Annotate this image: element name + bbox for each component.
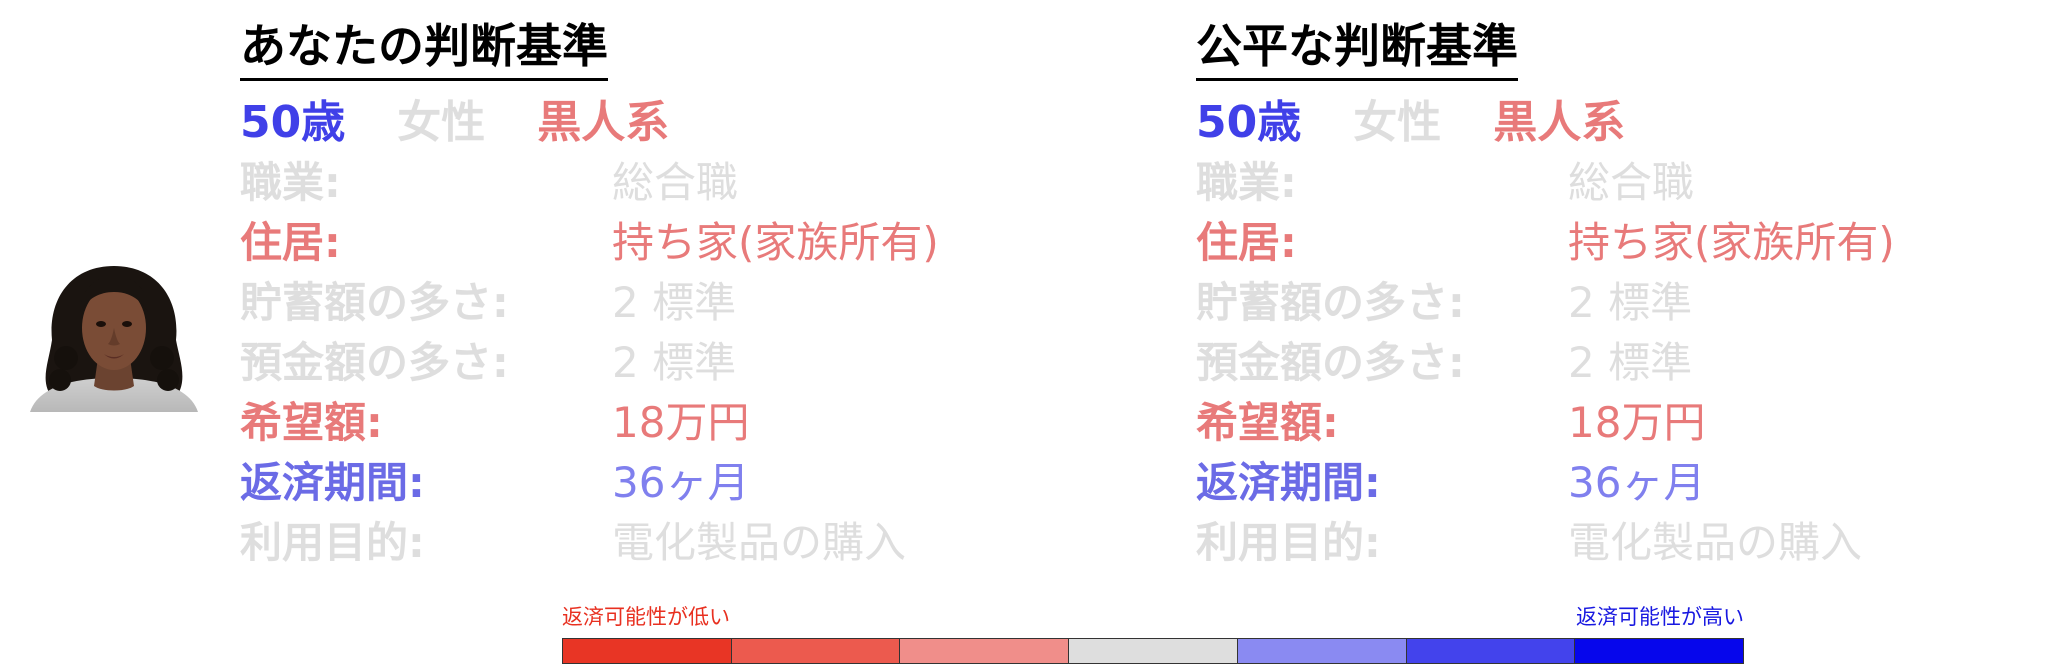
criteria-row-housing: 住居: 持ち家(家族所有)	[1196, 209, 2016, 269]
age-attribute: 50歳	[240, 97, 346, 148]
gender-attribute: 女性	[397, 97, 486, 148]
color-scale-bar	[562, 638, 1744, 664]
legend-high-label: 返済可能性が高い	[1576, 605, 1744, 629]
criteria-label: 貯蓄額の多さ:	[1196, 277, 1465, 327]
fair-criteria-panel: 公平な判断基準 50歳 女性 黒人系 職業: 総合職 住居: 持ち家(家族所有)…	[1196, 14, 2016, 569]
age-attribute: 50歳	[1196, 97, 1302, 148]
criteria-label: 希望額:	[240, 397, 383, 447]
scale-swatch-4	[1069, 639, 1238, 663]
criteria-row-repayment-period: 返済期間: 36ヶ月	[1196, 449, 2016, 509]
criteria-label: 希望額:	[1196, 397, 1339, 447]
criteria-value: 36ヶ月	[612, 457, 750, 507]
criteria-value: 36ヶ月	[1568, 457, 1706, 507]
criteria-label: 預金額の多さ:	[240, 337, 509, 387]
race-attribute: 黒人系	[537, 97, 670, 148]
criteria-list: 職業: 総合職 住居: 持ち家(家族所有) 貯蓄額の多さ: 2 標準 預金額の多…	[1196, 149, 2016, 569]
profile-attributes: 50歳 女性 黒人系	[240, 87, 1060, 149]
repayment-likelihood-legend: 返済可能性が低い 返済可能性が高い	[562, 604, 1744, 664]
criteria-label: 職業:	[240, 157, 341, 207]
criteria-row-housing: 住居: 持ち家(家族所有)	[240, 209, 1060, 269]
criteria-label: 返済期間:	[1196, 457, 1381, 507]
criteria-list: 職業: 総合職 住居: 持ち家(家族所有) 貯蓄額の多さ: 2 標準 預金額の多…	[240, 149, 1060, 569]
criteria-label: 住居:	[240, 217, 341, 267]
criteria-row-occupation: 職業: 総合職	[1196, 149, 2016, 209]
criteria-label: 貯蓄額の多さ:	[240, 277, 509, 327]
scale-swatch-2	[731, 639, 901, 663]
criteria-value: 2 標準	[1568, 337, 1693, 387]
scale-swatch-5	[1237, 639, 1407, 663]
criteria-row-deposits: 預金額の多さ: 2 標準	[240, 329, 1060, 389]
criteria-value: 電化製品の購入	[1568, 517, 1863, 567]
criteria-row-requested-amount: 希望額: 18万円	[1196, 389, 2016, 449]
criteria-row-repayment-period: 返済期間: 36ヶ月	[240, 449, 1060, 509]
portrait-photo	[30, 262, 198, 412]
criteria-label: 住居:	[1196, 217, 1297, 267]
criteria-row-savings: 貯蓄額の多さ: 2 標準	[1196, 269, 2016, 329]
criteria-label: 職業:	[1196, 157, 1297, 207]
gender-attribute: 女性	[1353, 97, 1442, 148]
criteria-value: 2 標準	[1568, 277, 1693, 327]
criteria-row-occupation: 職業: 総合職	[240, 149, 1060, 209]
criteria-value: 総合職	[612, 157, 739, 207]
criteria-value: 2 標準	[612, 337, 737, 387]
criteria-label: 返済期間:	[240, 457, 425, 507]
criteria-label: 預金額の多さ:	[1196, 337, 1465, 387]
criteria-value: 総合職	[1568, 157, 1695, 207]
race-attribute: 黒人系	[1493, 97, 1626, 148]
panel-title: 公平な判断基準	[1196, 14, 1518, 81]
criteria-value: 電化製品の購入	[612, 517, 907, 567]
woman-portrait-icon	[30, 266, 198, 412]
criteria-value: 持ち家(家族所有)	[1568, 217, 1895, 267]
criteria-row-purpose: 利用目的: 電化製品の購入	[1196, 509, 2016, 569]
scale-swatch-1	[563, 639, 732, 663]
profile-attributes: 50歳 女性 黒人系	[1196, 87, 2016, 149]
criteria-label: 利用目的:	[1196, 517, 1381, 567]
criteria-value: 18万円	[612, 397, 750, 447]
criteria-row-deposits: 預金額の多さ: 2 標準	[1196, 329, 2016, 389]
scale-swatch-3	[900, 639, 1070, 663]
your-criteria-panel: あなたの判断基準 50歳 女性 黒人系 職業: 総合職 住居: 持ち家(家族所有…	[240, 14, 1060, 569]
criteria-value: 18万円	[1568, 397, 1706, 447]
criteria-row-requested-amount: 希望額: 18万円	[240, 389, 1060, 449]
criteria-row-savings: 貯蓄額の多さ: 2 標準	[240, 269, 1060, 329]
criteria-value: 持ち家(家族所有)	[612, 217, 939, 267]
panel-title: あなたの判断基準	[240, 14, 608, 81]
scale-swatch-7	[1575, 639, 1744, 663]
scale-swatch-6	[1406, 639, 1576, 663]
legend-low-label: 返済可能性が低い	[562, 605, 730, 629]
criteria-label: 利用目的:	[240, 517, 425, 567]
criteria-row-purpose: 利用目的: 電化製品の購入	[240, 509, 1060, 569]
criteria-value: 2 標準	[612, 277, 737, 327]
